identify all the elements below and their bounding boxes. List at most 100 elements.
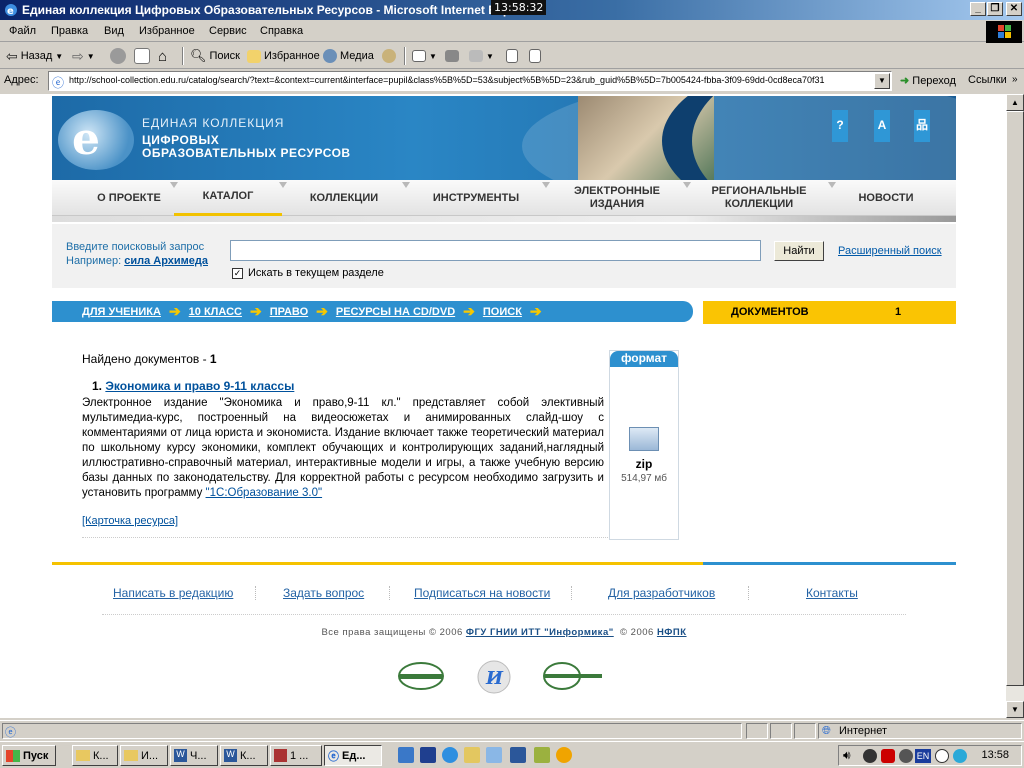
nav-catalog[interactable]: КАТАЛОГ (174, 180, 282, 216)
chevron-right-icon[interactable]: » (1012, 74, 1018, 85)
help-button[interactable]: ? (832, 110, 848, 142)
print-button[interactable] (445, 47, 459, 65)
discuss-button[interactable] (506, 47, 518, 65)
menu-help[interactable]: Справка (260, 25, 303, 37)
advanced-search-link[interactable]: Расширенный поиск (838, 245, 942, 257)
menu-edit[interactable]: Правка (51, 25, 88, 37)
logo-icon[interactable]: e (72, 114, 100, 165)
tray-icon[interactable] (881, 749, 895, 763)
minimize-button[interactable]: _ (970, 2, 986, 16)
media-button[interactable]: Медиа (323, 47, 374, 65)
nav-e-editions[interactable]: ЭЛЕКТРОННЫЕ ИЗДАНИЯ (550, 180, 684, 216)
search-button[interactable]: 🔍︎ Поиск (190, 47, 240, 65)
go-button[interactable]: ➜ Переход (900, 74, 956, 87)
scroll-thumb[interactable] (1006, 111, 1024, 686)
informika-logo[interactable]: И (476, 660, 512, 694)
tray-icon[interactable] (953, 749, 967, 763)
result-title-link[interactable]: Экономика и право 9-11 классы (105, 379, 294, 393)
toolbar: ⇦ Назад ▼ ⇨ ▼ ⌂ 🔍︎ Поиск Избранное Медиа… (0, 43, 1024, 69)
breadcrumb-item[interactable]: 10 КЛАСС (189, 306, 242, 318)
find-button[interactable]: Найти (774, 241, 824, 261)
quicklaunch-icon[interactable] (486, 747, 502, 763)
forward-button[interactable]: ⇨ ▼ (72, 47, 95, 65)
task-button[interactable]: К... (72, 745, 118, 766)
address-dropdown[interactable]: ▼ (874, 73, 890, 89)
copyright-org2-link[interactable]: НФПК (657, 627, 687, 638)
window-titlebar[interactable]: e Единая коллекция Цифровых Образователь… (0, 0, 1024, 20)
back-button[interactable]: ⇦ Назад ▼ (6, 47, 63, 65)
address-input[interactable]: ⓔ http://school-collection.edu.ru/catalo… (48, 71, 892, 91)
start-button[interactable]: Пуск (2, 745, 56, 766)
format-name[interactable]: zip (610, 457, 678, 471)
breadcrumb-item[interactable]: РЕСУРСЫ НА CD/DVD (336, 306, 455, 318)
clock-icon[interactable] (935, 749, 949, 763)
footer-link-subscribe[interactable]: Подписаться на новости (414, 586, 550, 600)
tray-icon[interactable] (863, 749, 877, 763)
history-button[interactable] (382, 47, 396, 65)
footer-link-developers[interactable]: Для разработчиков (608, 586, 715, 600)
nav-collections[interactable]: КОЛЛЕКЦИИ (286, 180, 402, 216)
footer-link-contacts[interactable]: Контакты (806, 586, 858, 600)
task-button[interactable]: И... (120, 745, 168, 766)
footer-link-write[interactable]: Написать в редакцию (113, 586, 233, 600)
ministry-logo[interactable] (542, 660, 604, 692)
menu-favorites[interactable]: Избранное (139, 25, 195, 37)
quicklaunch-word-icon[interactable] (510, 747, 526, 763)
breadcrumb-item[interactable]: ДЛЯ УЧЕНИКА (82, 306, 161, 318)
tray-icon[interactable] (899, 749, 913, 763)
search-in-section-checkbox[interactable]: ✓ (232, 267, 243, 279)
home-button[interactable]: ⌂ (158, 47, 167, 65)
quicklaunch-icon[interactable] (398, 747, 414, 763)
popup-blocked-icon[interactable] (770, 723, 792, 739)
task-button[interactable]: 1 ... (270, 745, 322, 766)
research-button[interactable] (529, 47, 541, 65)
mail-button[interactable]: ▼ (412, 47, 437, 65)
quicklaunch-ie-icon[interactable] (442, 747, 458, 763)
close-button[interactable]: ✕ (1006, 2, 1022, 16)
resource-card-link[interactable]: [Карточка ресурса] (82, 515, 178, 527)
task-button-active[interactable]: ⓔ Ед... (324, 745, 382, 766)
task-button[interactable]: W Ч... (170, 745, 218, 766)
result-description-text: Электронное издание "Экономика и право,9… (82, 397, 604, 484)
quicklaunch-icon[interactable] (420, 747, 436, 763)
links-button[interactable]: Ссылки (968, 74, 1007, 86)
copyright-org1-link[interactable]: ФГУ ГНИИ ИТТ "Информика" (466, 627, 614, 638)
quicklaunch-icon[interactable] (464, 747, 480, 763)
refresh-button[interactable] (134, 47, 150, 65)
install-program-link[interactable]: "1С:Образование 3.0" (206, 487, 323, 499)
breadcrumb-item[interactable]: ПРАВО (270, 306, 308, 318)
quicklaunch-icon[interactable] (556, 747, 572, 763)
site-banner: e ЕДИНАЯ КОЛЛЕКЦИЯ ЦИФРОВЫХ ОБРАЗОВАТЕЛЬН… (52, 96, 956, 180)
maximize-button[interactable]: ❐ (987, 2, 1003, 16)
format-header: формат (610, 351, 678, 367)
scroll-down-button[interactable]: ▼ (1006, 701, 1024, 718)
zip-file-icon[interactable] (629, 427, 659, 451)
nav-news[interactable]: НОВОСТИ (838, 180, 934, 216)
system-tray: 🔊︎ EN 13:58 (838, 745, 1022, 766)
scroll-up-button[interactable]: ▲ (1006, 94, 1024, 111)
search-example-link[interactable]: сила Архимеда (124, 255, 208, 267)
tray-clock[interactable]: 13:58 (981, 749, 1009, 761)
nav-tools[interactable]: ИНСТРУМЕНТЫ (412, 180, 540, 216)
footer-link-ask[interactable]: Задать вопрос (283, 586, 364, 600)
task-button[interactable]: W К... (220, 745, 268, 766)
stop-button[interactable] (110, 47, 126, 65)
volume-icon[interactable]: 🔊︎ (843, 748, 851, 763)
nav-regional[interactable]: РЕГИОНАЛЬНЫЕ КОЛЛЕКЦИИ (692, 180, 826, 216)
quicklaunch-icon[interactable] (534, 747, 550, 763)
vertical-scrollbar[interactable]: ▲ ▼ (1006, 94, 1024, 718)
search-in-section[interactable]: ✓ Искать в текущем разделе (232, 267, 384, 279)
nav-about[interactable]: О ПРОЕКТЕ (72, 180, 186, 216)
font-size-button[interactable]: A (874, 110, 890, 142)
menu-tools[interactable]: Сервис (209, 25, 247, 37)
nfpk-logo[interactable] (396, 660, 446, 692)
menu-view[interactable]: Вид (104, 25, 124, 37)
breadcrumb-item[interactable]: ПОИСК (483, 306, 522, 318)
menu-file[interactable]: Файл (9, 25, 36, 37)
favorites-button[interactable]: Избранное (247, 47, 320, 65)
sitemap-button[interactable]: 品 (914, 110, 930, 142)
search-input[interactable] (230, 240, 761, 261)
breadcrumb: ДЛЯ УЧЕНИКА ➔ 10 КЛАСС ➔ ПРАВО ➔ РЕСУРСЫ НА… (52, 301, 693, 322)
language-icon[interactable]: EN (915, 749, 931, 763)
edit-button[interactable]: ▼ (469, 47, 494, 65)
